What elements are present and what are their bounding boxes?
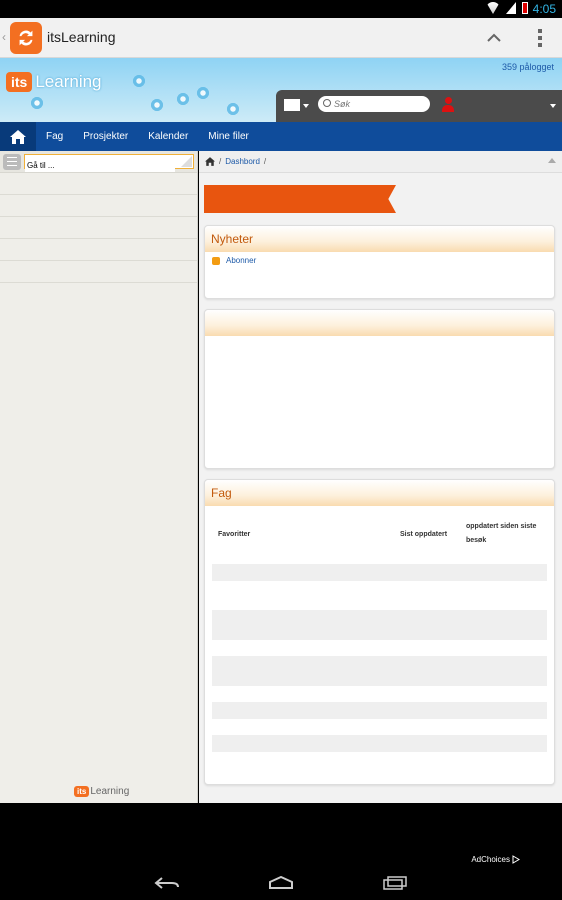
- flower-decoration-icon: [196, 86, 210, 100]
- sidebar-header: [0, 151, 197, 173]
- mail-dropdown-icon[interactable]: [303, 104, 309, 108]
- nav-item-mine-filer[interactable]: Mine filer: [208, 131, 249, 142]
- overflow-menu-icon[interactable]: [536, 28, 544, 48]
- site-banner: its Learning 359 pålogget: [0, 58, 562, 122]
- battery-icon: [522, 2, 528, 14]
- fag-table: Favoritter Sist oppdatert oppdatert side…: [205, 506, 554, 758]
- back-chevron-icon[interactable]: ‹: [2, 30, 6, 44]
- sidebar: its Learning: [0, 151, 198, 803]
- fag-panel: Fag Favoritter Sist oppdatert oppdatert …: [204, 479, 555, 785]
- nav-item-prosjekter[interactable]: Prosjekter: [83, 131, 128, 142]
- sidebar-footer-logo: its Learning: [74, 786, 129, 797]
- sidebar-row[interactable]: [0, 173, 197, 195]
- col-favoritter[interactable]: Favoritter: [212, 531, 400, 538]
- sidebar-toggle-icon[interactable]: [3, 154, 21, 170]
- screen: 4:05 ‹ itsLearning its Learning 359 pålo…: [0, 0, 562, 900]
- breadcrumb-dashbord[interactable]: Dashbord: [225, 157, 260, 166]
- table-row[interactable]: [212, 564, 547, 581]
- adchoices-icon[interactable]: [512, 855, 520, 864]
- breadcrumb-home-icon[interactable]: [205, 157, 215, 166]
- goto-input[interactable]: [25, 159, 175, 172]
- flower-decoration-icon: [226, 102, 240, 116]
- flower-decoration-icon: [30, 96, 44, 110]
- table-row[interactable]: [212, 702, 547, 719]
- nav-item-fag[interactable]: Fag: [46, 131, 63, 142]
- mail-icon[interactable]: [284, 99, 300, 111]
- col-sist-oppdatert[interactable]: Sist oppdatert: [400, 531, 466, 538]
- goto-select[interactable]: [24, 154, 194, 172]
- app-logo-icon[interactable]: [10, 22, 42, 54]
- rss-icon: [212, 256, 220, 265]
- sidebar-row[interactable]: [0, 261, 197, 283]
- news-panel: Nyheter Abonner: [204, 225, 555, 299]
- search-box: [318, 96, 430, 112]
- search-icon: [323, 99, 331, 107]
- home-button[interactable]: [0, 122, 36, 151]
- main-content: / Dashbord / Nyheter Abonner Fag Favorit…: [199, 151, 562, 803]
- action-bar: ‹ itsLearning: [0, 18, 562, 58]
- col-oppdatert-siden[interactable]: oppdatert siden siste besøk: [466, 520, 546, 548]
- wifi-icon: [486, 2, 500, 14]
- status-bar: 4:05: [0, 0, 562, 18]
- signal-icon: [506, 2, 516, 14]
- flower-decoration-icon: [176, 92, 190, 106]
- empty-panel: [204, 309, 555, 469]
- clock: 4:05: [532, 2, 556, 16]
- app-title: itsLearning: [47, 29, 116, 45]
- system-nav-bar: [0, 866, 562, 900]
- sidebar-row[interactable]: [0, 217, 197, 239]
- nav-item-kalender[interactable]: Kalender: [148, 131, 188, 142]
- dashboard-ribbon: [204, 185, 396, 213]
- sidebar-row[interactable]: [0, 239, 197, 261]
- breadcrumb: / Dashbord /: [199, 151, 562, 173]
- site-logo[interactable]: its Learning: [6, 72, 102, 92]
- empty-panel-header: [205, 310, 554, 336]
- back-icon[interactable]: [154, 876, 180, 890]
- fag-title: Fag: [205, 480, 554, 506]
- adchoices-link[interactable]: AdChoices: [471, 855, 510, 864]
- user-menu-dropdown-icon[interactable]: [550, 104, 556, 108]
- user-bar: [276, 90, 562, 122]
- user-icon[interactable]: [442, 97, 454, 113]
- recent-apps-icon[interactable]: [382, 876, 408, 890]
- search-input[interactable]: [334, 97, 424, 111]
- goto-dropdown-icon[interactable]: [181, 156, 192, 167]
- flower-decoration-icon: [132, 74, 146, 88]
- table-row[interactable]: [212, 656, 547, 686]
- subscribe-link[interactable]: Abonner: [226, 256, 256, 265]
- collapse-up-icon[interactable]: [484, 28, 504, 48]
- sidebar-row[interactable]: [0, 195, 197, 217]
- home-nav-icon[interactable]: [268, 876, 294, 890]
- flower-decoration-icon: [150, 98, 164, 112]
- table-row[interactable]: [212, 735, 547, 752]
- table-row[interactable]: [212, 610, 547, 640]
- news-title: Nyheter: [205, 226, 554, 252]
- main-nav: Fag Prosjekter Kalender Mine filer: [0, 122, 562, 151]
- online-count[interactable]: 359 pålogget: [502, 62, 554, 72]
- fag-table-header: Favoritter Sist oppdatert oppdatert side…: [212, 512, 547, 556]
- home-icon: [10, 129, 26, 144]
- collapse-crumb-icon[interactable]: [548, 158, 556, 163]
